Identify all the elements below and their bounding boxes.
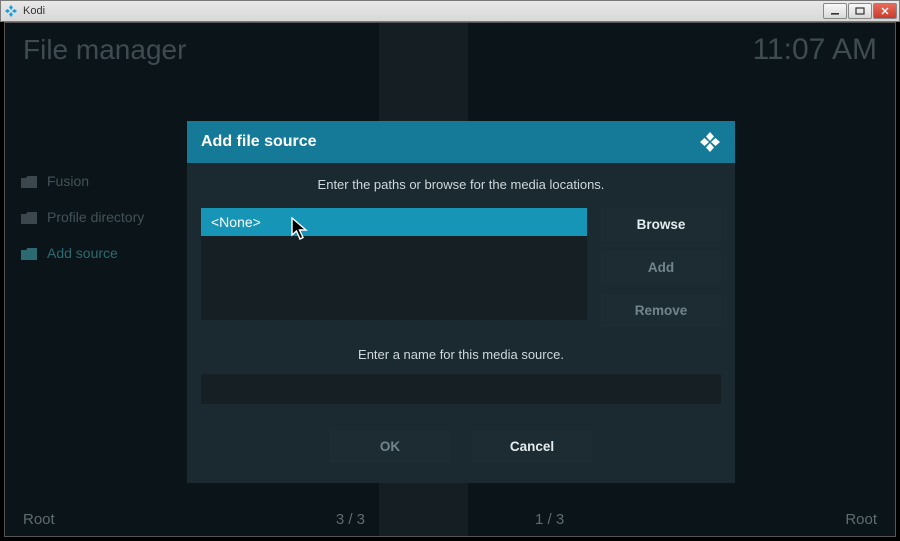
browse-button[interactable]: Browse [601,208,721,241]
cancel-button[interactable]: Cancel [472,430,592,463]
paths-list[interactable]: <None> [201,208,587,320]
clock: 11:07 AM [752,33,877,67]
sidebar-item-label: Add source [47,245,118,261]
remove-button[interactable]: Remove [601,294,721,327]
sidebar-item-label: Fusion [47,173,89,189]
sidebar: Fusion Profile directory Add source [17,163,182,271]
dialog-title: Add file source [201,133,317,151]
paths-row: <None> Browse Add Remove [201,208,721,327]
source-name-input[interactable] [201,374,721,404]
footer: Root 3 / 3 1 / 3 Root [23,511,877,528]
sidebar-item-fusion[interactable]: Fusion [17,163,182,199]
sidebar-item-label: Profile directory [47,209,144,225]
footer-count-left: 3 / 3 [336,511,365,528]
sidebar-item-add-source[interactable]: Add source [17,235,182,271]
footer-count-right: 1 / 3 [535,511,564,528]
minimize-button[interactable] [823,3,847,19]
kodi-logo-icon [699,131,721,153]
window-controls [822,3,897,19]
footer-label-right: Root [845,511,877,528]
path-item-label: <None> [211,214,261,230]
maximize-button[interactable] [848,3,872,19]
page-title: File manager [23,34,186,66]
folder-icon [21,247,37,259]
window-titlebar: Kodi [0,0,900,22]
header: File manager 11:07 AM [23,33,877,67]
app-content: File manager 11:07 AM Fusion Profile dir… [4,22,896,537]
close-button[interactable] [873,3,897,19]
ok-button[interactable]: OK [330,430,450,463]
path-item[interactable]: <None> [201,208,587,236]
sidebar-item-profile-directory[interactable]: Profile directory [17,199,182,235]
folder-icon [21,175,37,187]
side-buttons: Browse Add Remove [601,208,721,327]
dialog-header: Add file source [187,121,735,163]
add-button[interactable]: Add [601,251,721,284]
add-file-source-dialog: Add file source Enter the paths or brows… [187,121,735,483]
instruction-name: Enter a name for this media source. [201,347,721,362]
footer-center-group: 3 / 3 1 / 3 [23,511,877,528]
window-title: Kodi [23,5,822,17]
dialog-actions: OK Cancel [201,430,721,463]
dialog-body: Enter the paths or browse for the media … [187,163,735,483]
app-icon [3,3,19,19]
folder-icon [21,211,37,223]
footer-label-left: Root [23,511,55,528]
instruction-paths: Enter the paths or browse for the media … [201,177,721,192]
